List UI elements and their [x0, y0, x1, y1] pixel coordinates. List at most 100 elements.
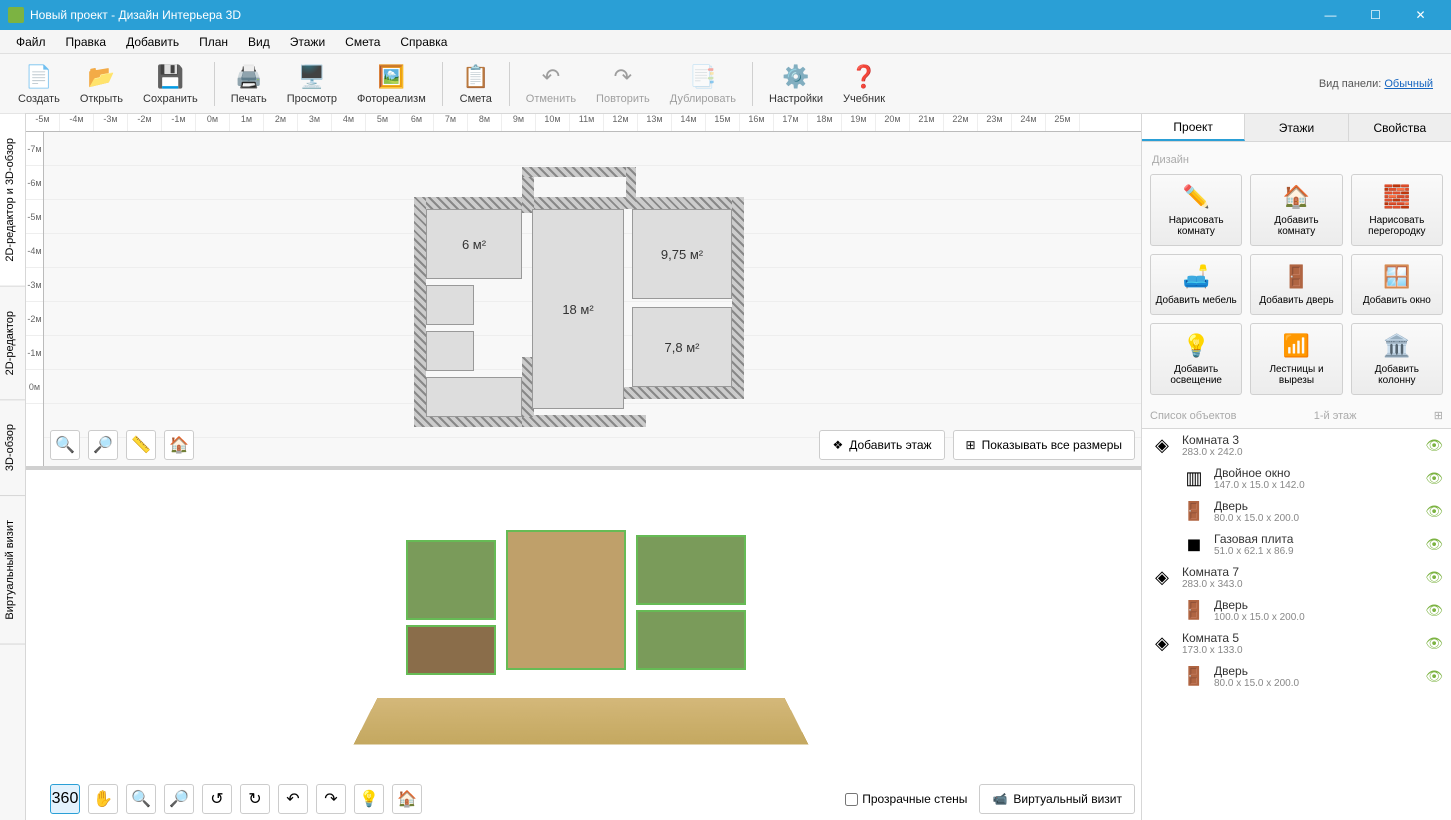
floor-indicator: 1-й этаж	[1314, 410, 1357, 422]
menu-правка[interactable]: Правка	[56, 33, 117, 51]
maximize-button[interactable]: ☐	[1353, 0, 1398, 30]
ruler-icon[interactable]: 📏	[126, 430, 156, 460]
right-tab-1[interactable]: Этажи	[1245, 114, 1348, 141]
transparent-walls-checkbox[interactable]: Прозрачные стены	[845, 792, 967, 806]
close-button[interactable]: ✕	[1398, 0, 1443, 30]
menu-этажи[interactable]: Этажи	[280, 33, 335, 51]
object-item-window[interactable]: ▥Двойное окно147.0 x 15.0 x 142.0👁	[1142, 462, 1451, 495]
object-item-room[interactable]: ◈Комната 3283.0 x 242.0👁	[1142, 429, 1451, 462]
visibility-icon[interactable]: 👁	[1425, 437, 1443, 454]
render-3d-scene[interactable]	[366, 500, 796, 760]
draw-room-button[interactable]: ✏️Нарисовать комнату	[1150, 174, 1242, 246]
rotate-ccw-icon[interactable]: ↺	[202, 784, 232, 814]
add-door-button[interactable]: 🚪Добавить дверь	[1250, 254, 1342, 315]
object-item-room[interactable]: ◈Комната 7283.0 x 343.0👁	[1142, 561, 1451, 594]
design-section-title: Дизайн	[1150, 150, 1443, 174]
panel-view-link[interactable]: Обычный	[1384, 78, 1433, 90]
zoom-out-3d-icon[interactable]: 🔍	[126, 784, 156, 814]
draw-wall-button[interactable]: 🧱Нарисовать перегородку	[1351, 174, 1443, 246]
visibility-icon[interactable]: 👁	[1425, 503, 1443, 520]
visibility-icon[interactable]: 👁	[1425, 470, 1443, 487]
dup-icon: 📑	[689, 63, 717, 91]
side-tab-0[interactable]: 2D-редактор и 3D-обзор	[0, 114, 25, 287]
side-tab-2[interactable]: 3D-обзор	[0, 400, 25, 496]
minimize-button[interactable]: —	[1308, 0, 1353, 30]
list-settings-icon[interactable]: ⊞	[1434, 409, 1443, 422]
toolbar-preview[interactable]: 🖥️Просмотр	[279, 59, 345, 109]
room-icon: ◈	[1150, 566, 1174, 590]
room-area-3: 9,75 м²	[661, 247, 703, 262]
side-tab-1[interactable]: 2D-редактор	[0, 287, 25, 400]
undo-icon: ↶	[537, 63, 565, 91]
object-item-door[interactable]: 🚪Дверь100.0 x 15.0 x 200.0👁	[1142, 594, 1451, 627]
zoom-in-3d-icon[interactable]: 🔎	[164, 784, 194, 814]
toolbar-estimate[interactable]: 📋Смета	[451, 59, 501, 109]
add-furniture-button[interactable]: 🛋️Добавить мебель	[1150, 254, 1242, 315]
menu-вид[interactable]: Вид	[238, 33, 280, 51]
draw-room-icon: ✏️	[1182, 183, 1210, 211]
side-tab-3[interactable]: Виртуальный визит	[0, 496, 25, 645]
zoom-in-icon[interactable]: 🔎	[88, 430, 118, 460]
estimate-icon: 📋	[462, 63, 490, 91]
object-item-door[interactable]: 🚪Дверь80.0 x 15.0 x 200.0👁	[1142, 660, 1451, 693]
settings-icon: ⚙️	[782, 63, 810, 91]
stairs-button[interactable]: 📶Лестницы и вырезы	[1250, 323, 1342, 395]
app-icon	[8, 7, 24, 23]
object-list[interactable]: ◈Комната 3283.0 x 242.0👁▥Двойное окно147…	[1142, 428, 1451, 820]
visibility-icon[interactable]: 👁	[1425, 668, 1443, 685]
preview-icon: 🖥️	[298, 63, 326, 91]
home-3d-icon[interactable]: 🏠	[392, 784, 422, 814]
home-icon[interactable]: 🏠	[164, 430, 194, 460]
visibility-icon[interactable]: 👁	[1425, 536, 1443, 553]
menu-справка[interactable]: Справка	[390, 33, 457, 51]
zoom-out-icon[interactable]: 🔍	[50, 430, 80, 460]
toolbar-open[interactable]: 📂Открыть	[72, 59, 131, 109]
object-item-stove[interactable]: ◼Газовая плита51.0 x 62.1 x 86.9👁	[1142, 528, 1451, 561]
object-item-room[interactable]: ◈Комната 5173.0 x 133.0👁	[1142, 627, 1451, 660]
visibility-icon[interactable]: 👁	[1425, 635, 1443, 652]
toolbar-create[interactable]: 📄Создать	[10, 59, 68, 109]
add-room-button[interactable]: 🏠Добавить комнату	[1250, 174, 1342, 246]
floor-plan[interactable]: 6 м² 18 м² 9,75 м² 7,8 м²	[414, 167, 744, 427]
object-list-title: Список объектов	[1150, 410, 1237, 422]
view-2d[interactable]: -5м-4м-3м-2м-1м0м1м2м3м4м5м6м7м8м9м10м11…	[26, 114, 1141, 470]
room-area-1: 6 м²	[462, 237, 486, 252]
show-all-sizes-button[interactable]: ⊞Показывать все размеры	[953, 430, 1135, 460]
toolbar-save[interactable]: 💾Сохранить	[135, 59, 206, 109]
add-floor-button[interactable]: ❖Добавить этаж	[819, 430, 944, 460]
right-panel: ПроектЭтажиСвойства Дизайн ✏️Нарисовать …	[1141, 114, 1451, 820]
rotate-cw-icon[interactable]: ↻	[240, 784, 270, 814]
canvas-2d[interactable]: 6 м² 18 м² 9,75 м² 7,8 м²	[44, 132, 1141, 466]
pan-icon[interactable]: ✋	[88, 784, 118, 814]
add-light-button[interactable]: 💡Добавить освещение	[1150, 323, 1242, 395]
redo-3d-icon[interactable]: ↷	[316, 784, 346, 814]
toolbar-photoreal[interactable]: 🖼️Фотореализм	[349, 59, 434, 109]
create-icon: 📄	[25, 63, 53, 91]
add-window-button[interactable]: 🪟Добавить окно	[1351, 254, 1443, 315]
redo-icon: ↷	[609, 63, 637, 91]
grid-icon: ⊞	[966, 438, 976, 452]
360-icon[interactable]: 360	[50, 784, 80, 814]
undo-3d-icon[interactable]: ↶	[278, 784, 308, 814]
stairs-icon: 📶	[1282, 332, 1310, 360]
add-column-button[interactable]: 🏛️Добавить колонну	[1351, 323, 1443, 395]
toolbar-print[interactable]: 🖨️Печать	[223, 59, 275, 109]
toolbar-settings[interactable]: ⚙️Настройки	[761, 59, 831, 109]
menu-файл[interactable]: Файл	[6, 33, 56, 51]
menu-смета[interactable]: Смета	[335, 33, 390, 51]
visibility-icon[interactable]: 👁	[1425, 602, 1443, 619]
light-icon[interactable]: 💡	[354, 784, 384, 814]
visibility-icon[interactable]: 👁	[1425, 569, 1443, 586]
toolbar-dup: 📑Дублировать	[662, 59, 744, 109]
menu-план[interactable]: План	[189, 33, 238, 51]
menu-добавить[interactable]: Добавить	[116, 33, 189, 51]
virtual-visit-button[interactable]: 📹Виртуальный визит	[979, 784, 1135, 814]
right-tab-0[interactable]: Проект	[1142, 114, 1245, 141]
save-icon: 💾	[156, 63, 184, 91]
object-item-door[interactable]: 🚪Дверь80.0 x 15.0 x 200.0👁	[1142, 495, 1451, 528]
layers-icon: ❖	[832, 438, 843, 452]
door-icon: 🚪	[1182, 665, 1206, 689]
right-tab-2[interactable]: Свойства	[1349, 114, 1451, 141]
view-3d[interactable]: 360 ✋ 🔍 🔎 ↺ ↻ ↶ ↷ 💡 🏠 Прозрачные стены 📹…	[26, 470, 1141, 820]
toolbar-help[interactable]: ❓Учебник	[835, 59, 893, 109]
